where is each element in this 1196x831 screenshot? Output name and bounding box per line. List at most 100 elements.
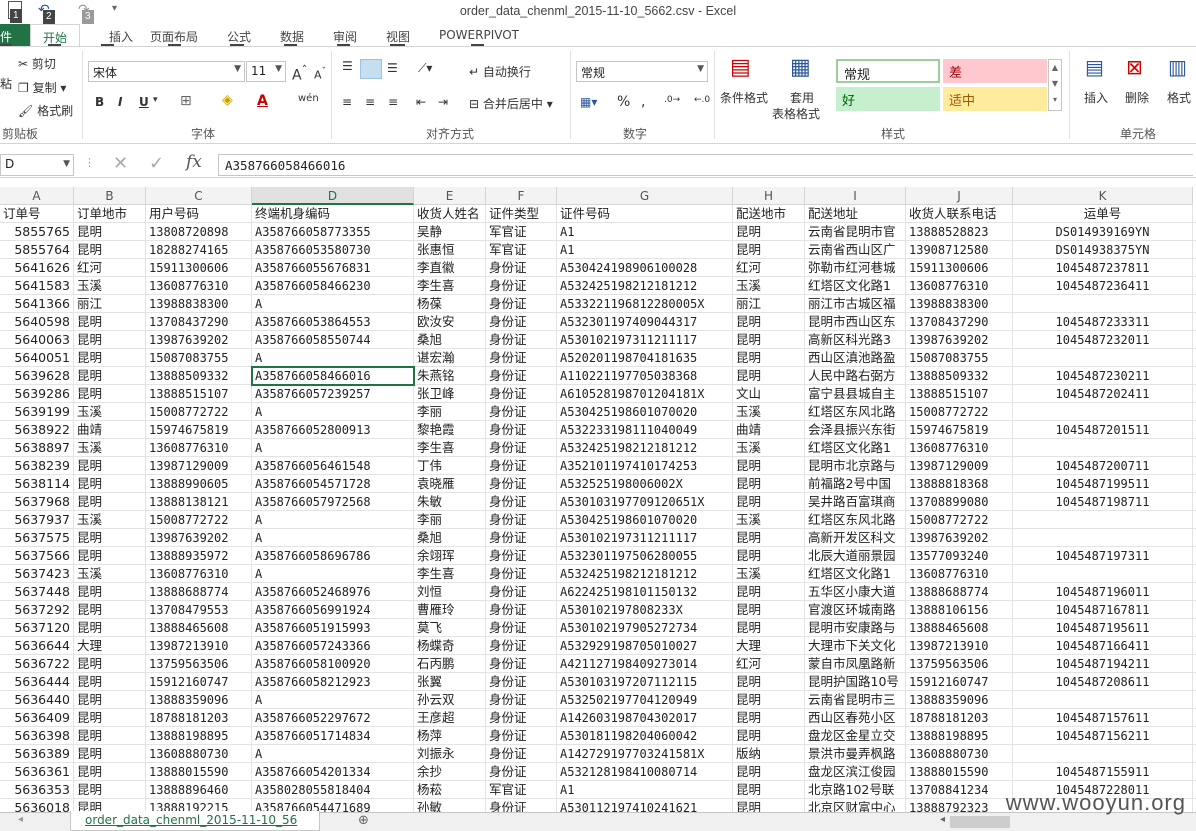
table-cell[interactable]: 张翼	[414, 673, 486, 691]
table-cell[interactable]: A530103197709120651X	[557, 493, 733, 511]
table-cell[interactable]: 13888509332	[906, 367, 1013, 385]
header-cell[interactable]: 收货人联系电话	[906, 205, 1013, 223]
align-left-icon[interactable]: ≡	[342, 95, 352, 109]
table-cell[interactable]: 15912160747	[906, 673, 1013, 691]
table-cell[interactable]: 昆明	[74, 691, 146, 709]
table-cell[interactable]: 孙云双	[414, 691, 486, 709]
table-cell[interactable]: A	[252, 295, 414, 313]
table-cell[interactable]: A358766051714834	[252, 727, 414, 745]
table-cell[interactable]: A530103197207112115	[557, 673, 733, 691]
column-header-b[interactable]: B	[74, 187, 146, 205]
table-cell[interactable]: 昆明	[74, 529, 146, 547]
table-cell[interactable]: 红塔区文化路1	[805, 277, 906, 295]
number-format-combo[interactable]: 常规 ▼	[576, 61, 708, 82]
table-cell[interactable]: 昆明	[733, 673, 805, 691]
table-cell[interactable]: 13808720898	[146, 223, 252, 241]
table-cell[interactable]: 军官证	[486, 781, 557, 799]
sheet-tab[interactable]: order_data_chenml_2015-11-10_56	[70, 811, 320, 831]
table-cell[interactable]: A532233198111040049	[557, 421, 733, 439]
table-cell[interactable]: A532525198006002X	[557, 475, 733, 493]
table-cell[interactable]: 昆明	[733, 475, 805, 493]
table-cell[interactable]: 5638922	[0, 421, 74, 439]
table-cell[interactable]: 13987639202	[146, 331, 252, 349]
table-cell[interactable]	[1013, 349, 1193, 367]
table-cell[interactable]: 13987639202	[146, 529, 252, 547]
table-cell[interactable]: 5638897	[0, 439, 74, 457]
table-cell[interactable]: 13988838300	[906, 295, 1013, 313]
tab-home[interactable]: 开始	[30, 24, 80, 46]
table-cell[interactable]: 1045487233311	[1013, 313, 1193, 331]
table-cell[interactable]: 18288274165	[146, 241, 252, 259]
table-cell[interactable]: A142729197703241581X	[557, 745, 733, 763]
table-cell[interactable]: 15008772722	[146, 511, 252, 529]
table-cell[interactable]: 吴井路百富琪商	[805, 493, 906, 511]
table-cell[interactable]: 红塔区文化路1	[805, 439, 906, 457]
table-cell[interactable]: 5641366	[0, 295, 74, 313]
table-cell[interactable]: A532425198212181212	[557, 277, 733, 295]
hscroll-left-icon[interactable]: ◂	[940, 814, 945, 825]
table-cell[interactable]: 大理	[74, 637, 146, 655]
table-cell[interactable]: 玉溪	[733, 403, 805, 421]
table-cell[interactable]: 盘龙区金星立交	[805, 727, 906, 745]
table-cell[interactable]: 13888528823	[906, 223, 1013, 241]
format-cells-label[interactable]: 格式	[1167, 89, 1191, 106]
table-cell[interactable]	[1013, 295, 1193, 313]
table-cell[interactable]: 5639199	[0, 403, 74, 421]
table-cell[interactable]: 昆明	[74, 493, 146, 511]
table-cell[interactable]: 云南省昆明市三	[805, 691, 906, 709]
table-cell[interactable]: 1045487157611	[1013, 709, 1193, 727]
table-cell[interactable]: 13888688774	[906, 583, 1013, 601]
table-cell[interactable]: 昆明	[74, 367, 146, 385]
table-cell[interactable]: A358766058212923	[252, 673, 414, 691]
table-cell[interactable]: 昆明	[733, 349, 805, 367]
table-cell[interactable]: A358766056461548	[252, 457, 414, 475]
font-color-icon[interactable]: A	[257, 93, 268, 109]
table-cell[interactable]: 身份证	[486, 403, 557, 421]
table-cell[interactable]: A358766052297672	[252, 709, 414, 727]
table-cell[interactable]: 李生喜	[414, 277, 486, 295]
qat-customize-icon[interactable]: ▾	[112, 3, 117, 14]
table-cell[interactable]	[1013, 565, 1193, 583]
align-bottom-icon[interactable]: ☰	[387, 61, 398, 75]
table-cell[interactable]: 13888792323	[906, 799, 1013, 812]
table-cell[interactable]: 5639628	[0, 367, 74, 385]
table-cell[interactable]: 昆明	[74, 313, 146, 331]
table-cell[interactable]: 孙敏	[414, 799, 486, 812]
font-name-combo[interactable]: 宋体 ▼	[88, 61, 245, 82]
table-cell[interactable]: 身份证	[486, 583, 557, 601]
insert-cells-label[interactable]: 插入	[1084, 89, 1108, 106]
table-cell[interactable]: 1045487232011	[1013, 331, 1193, 349]
table-cell[interactable]: 1045487201511	[1013, 421, 1193, 439]
table-cell[interactable]: 5637448	[0, 583, 74, 601]
table-cell[interactable]: 盘龙区滨江俊园	[805, 763, 906, 781]
table-cell[interactable]: 身份证	[486, 367, 557, 385]
table-cell[interactable]: 昆明市安康路与	[805, 619, 906, 637]
table-cell[interactable]: 张卫峰	[414, 385, 486, 403]
table-cell[interactable]: 15974675819	[906, 421, 1013, 439]
column-header-d[interactable]: D	[252, 187, 414, 205]
copy-button[interactable]: ❐ 复制 ▾	[18, 79, 66, 96]
table-cell[interactable]: 13888465608	[906, 619, 1013, 637]
header-cell[interactable]: 配送地市	[733, 205, 805, 223]
table-cell[interactable]: 13888688774	[146, 583, 252, 601]
table-cell[interactable]: 1045487156211	[1013, 727, 1193, 745]
table-cell[interactable]: A530102197905272734	[557, 619, 733, 637]
table-cell[interactable]: 13608776310	[906, 439, 1013, 457]
table-cell[interactable]: 玉溪	[74, 403, 146, 421]
table-cell[interactable]: 余翊珲	[414, 547, 486, 565]
table-cell[interactable]: 13987639202	[906, 331, 1013, 349]
table-cell[interactable]: 5855764	[0, 241, 74, 259]
table-cell[interactable]: 军官证	[486, 223, 557, 241]
table-cell[interactable]: 昆明	[74, 763, 146, 781]
table-cell[interactable]: 蒙自市凤凰路新	[805, 655, 906, 673]
table-cell[interactable]: 身份证	[486, 745, 557, 763]
table-cell[interactable]: A533221196812280005X	[557, 295, 733, 313]
table-cell[interactable]: A1	[557, 781, 733, 799]
table-cell[interactable]: 景洪市曼弄枫路	[805, 745, 906, 763]
table-cell[interactable]: 1045487236411	[1013, 277, 1193, 295]
table-cell[interactable]: 13608776310	[906, 565, 1013, 583]
table-cell[interactable]: 丽江	[733, 295, 805, 313]
table-cell[interactable]: 昆明	[733, 691, 805, 709]
table-cell[interactable]: 袁晓雁	[414, 475, 486, 493]
table-cell[interactable]: 昆明	[74, 619, 146, 637]
